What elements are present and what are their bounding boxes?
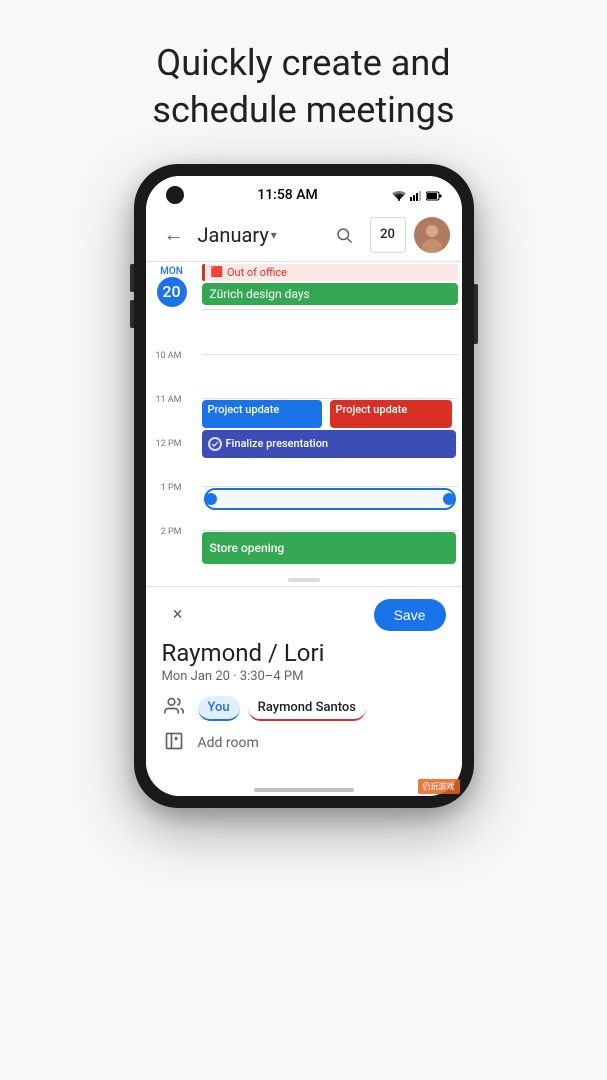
status-icons (392, 186, 442, 205)
check-circle-icon (208, 437, 222, 451)
finalize-presentation-event[interactable]: Finalize presentation (202, 430, 456, 458)
status-time: 11:58 AM (257, 187, 318, 203)
time-labels: 10 AM 11 AM 12 PM 1 PM 2 PM (155, 315, 187, 571)
meeting-time: Mon Jan 20 · 3:30–4 PM (162, 669, 446, 684)
out-of-office-event[interactable]: 🟥 Out of office (202, 264, 458, 281)
time-label-2pm: 2 PM (155, 527, 187, 571)
project-update-red-event[interactable]: Project update (330, 400, 453, 428)
zurich-label: Zürich design days (210, 287, 310, 301)
headline-line1: Quickly create and (156, 42, 450, 84)
zurich-event[interactable]: Zürich design days (202, 283, 458, 305)
search-button[interactable] (326, 217, 362, 253)
user-avatar[interactable] (414, 217, 450, 253)
attendee-chip-you[interactable]: You (198, 696, 240, 721)
day-badge: Mon 20 (157, 262, 187, 315)
calendar-view: Mon 20 10 AM 11 AM 12 PM 1 PM 2 PM (146, 261, 462, 574)
back-button[interactable]: ← (158, 219, 190, 251)
time-label-10am: 10 AM (155, 351, 187, 395)
watermark: 仍玩游戏 (418, 779, 460, 794)
signal-icon (410, 186, 422, 205)
events-column: 🟥 Out of office Zürich design days (198, 262, 462, 574)
volume-down-button (130, 300, 134, 328)
phone-body: 11:58 AM (134, 164, 474, 808)
home-indicator (146, 782, 462, 796)
day-column: Mon 20 10 AM 11 AM 12 PM 1 PM 2 PM (146, 262, 198, 574)
home-bar[interactable] (254, 788, 354, 792)
out-of-office-label: Out of office (227, 266, 287, 279)
all-day-events: 🟥 Out of office Zürich design days (202, 262, 458, 310)
range-handle-right[interactable] (443, 493, 455, 505)
timed-events: Project update Project update Finalize p… (202, 310, 458, 574)
day-number: 20 (157, 277, 187, 307)
close-button[interactable]: × (162, 599, 194, 631)
add-room-row[interactable]: Add room (162, 731, 446, 756)
power-button (474, 284, 478, 344)
date-badge[interactable]: 20 (370, 217, 406, 253)
finalize-label: Finalize presentation (226, 437, 329, 450)
status-bar: 11:58 AM (146, 176, 462, 209)
attendee-chips: You Raymond Santos (198, 696, 366, 721)
out-of-office-icon: 🟥 (211, 267, 223, 278)
project-update-red-label: Project update (336, 403, 408, 416)
time-range-selector[interactable] (204, 488, 456, 510)
phone-frame: 11:58 AM (134, 164, 474, 808)
room-icon (162, 731, 186, 756)
volume-buttons (130, 264, 134, 328)
month-dropdown-arrow: ▾ (271, 228, 277, 242)
range-handle-left[interactable] (205, 493, 217, 505)
front-camera (166, 186, 184, 204)
add-room-label: Add room (198, 735, 259, 751)
time-label-1pm: 1 PM (155, 483, 187, 527)
phone-screen: 11:58 AM (146, 176, 462, 796)
battery-icon (426, 186, 442, 205)
scroll-pill (288, 578, 320, 582)
time-label-12pm: 12 PM (155, 439, 187, 483)
volume-up-button (130, 264, 134, 292)
people-icon (162, 696, 186, 721)
attendee-chip-raymond[interactable]: Raymond Santos (248, 696, 366, 721)
time-label-11am: 11 AM (155, 395, 187, 439)
month-label: January (198, 223, 269, 247)
app-bar: ← January ▾ 20 (146, 209, 462, 261)
scroll-indicator (146, 574, 462, 586)
project-update-blue-event[interactable]: Project update (202, 400, 322, 428)
meeting-panel: × Save Raymond / Lori Mon Jan 20 · 3:30–… (146, 586, 462, 782)
wifi-icon (392, 186, 406, 205)
month-selector[interactable]: January ▾ (198, 223, 318, 247)
save-button[interactable]: Save (374, 599, 446, 631)
panel-header: × Save (162, 599, 446, 631)
page-header: Quickly create and schedule meetings (112, 0, 494, 154)
time-label-9am (155, 315, 187, 351)
meeting-title: Raymond / Lori (162, 639, 446, 667)
attendees-row: You Raymond Santos (162, 696, 446, 721)
day-name: Mon (160, 266, 183, 277)
store-opening-label: Store opening (210, 541, 285, 555)
store-opening-event[interactable]: Store opening (202, 532, 456, 564)
headline-line2: schedule meetings (152, 89, 454, 131)
power-side-button (474, 284, 478, 344)
project-update-blue-label: Project update (208, 403, 280, 416)
